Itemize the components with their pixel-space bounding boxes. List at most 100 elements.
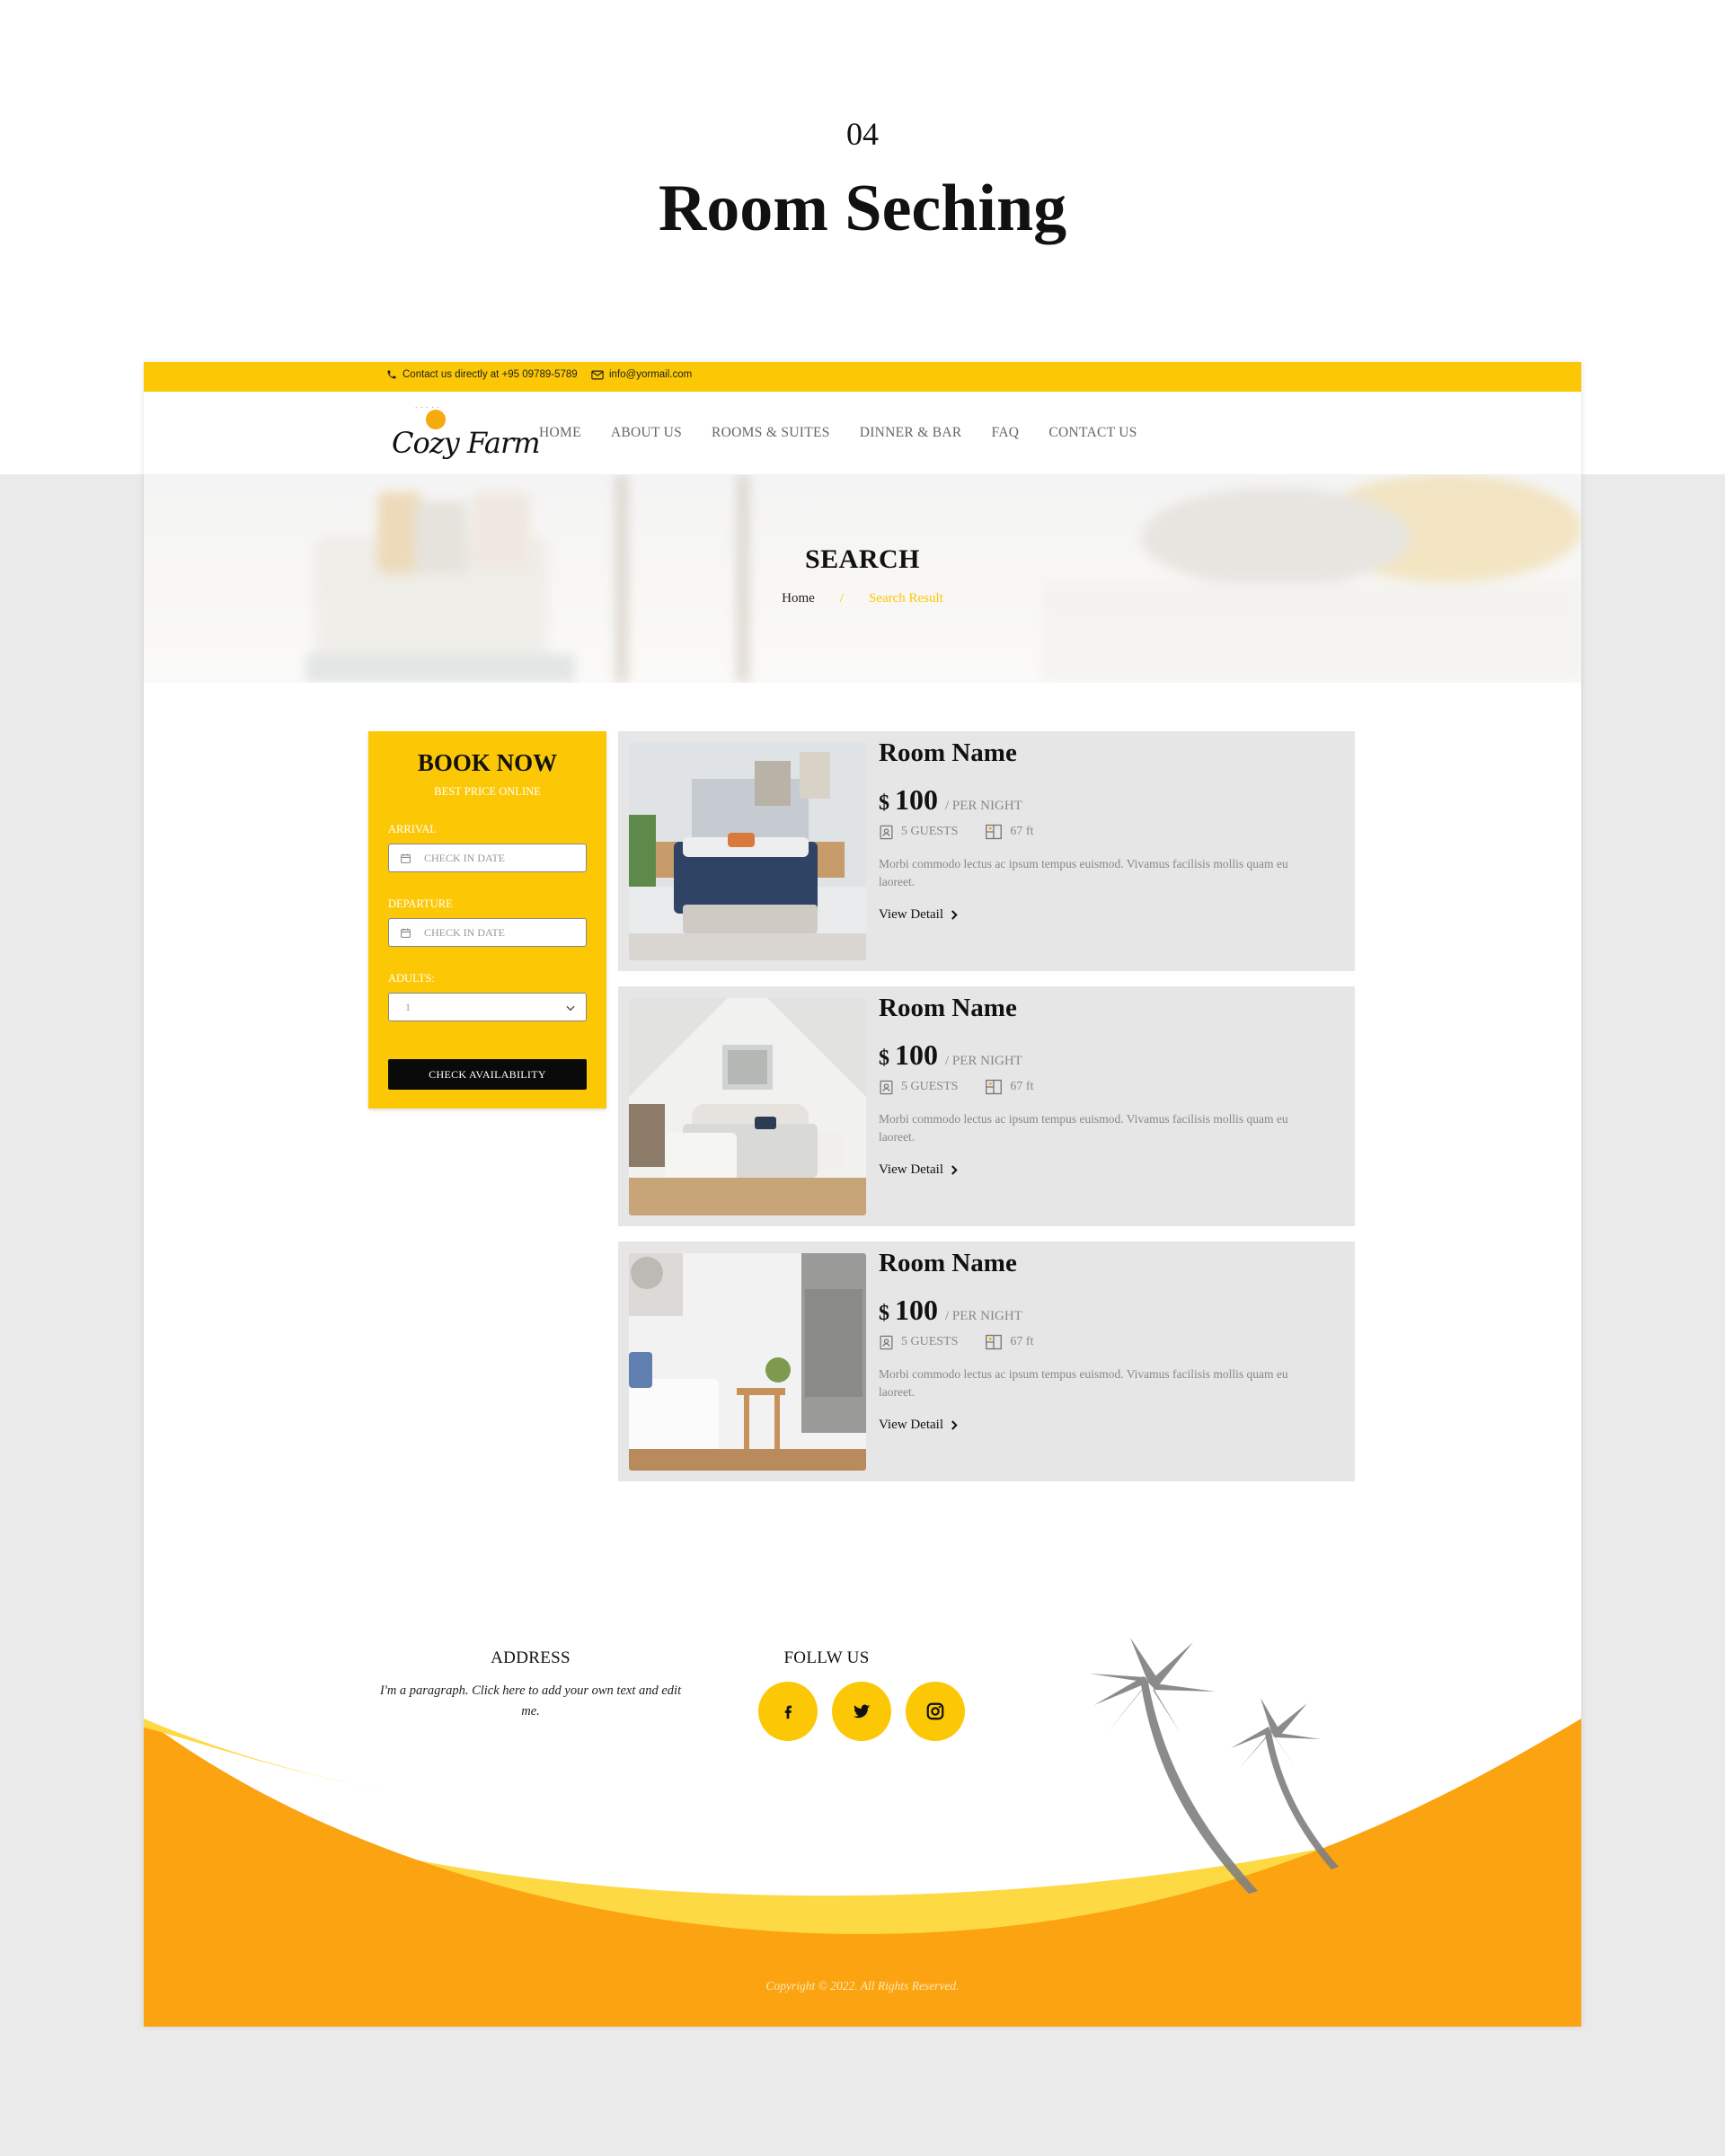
price-currency: $	[879, 1302, 889, 1325]
room-name: Room Name	[879, 738, 1017, 767]
room-size: 67 ft	[1010, 825, 1034, 838]
cozy-farm-logo[interactable]: · · · · · Cozy Farm	[388, 401, 541, 465]
guests-icon	[880, 825, 893, 839]
address-text: I'm a paragraph. Click here to add your …	[379, 1683, 682, 1719]
contact-bar: Contact us directly at +95 09789-5789 in…	[144, 362, 1581, 392]
room-features: 5 GUESTS 67 ft	[879, 1334, 1033, 1350]
price-amount: 100	[895, 1294, 938, 1326]
room-description: Morbi commodo lectus ac ipsum tempus eui…	[879, 1112, 1288, 1144]
breadcrumb-home[interactable]: Home	[782, 591, 815, 605]
nav-rooms-suites[interactable]: ROOMS & SUITES	[712, 425, 830, 441]
room-guests: 5 GUESTS	[901, 825, 959, 838]
room-name: Room Name	[879, 1249, 1017, 1277]
room-features: 5 GUESTS 67 ft	[879, 824, 1033, 840]
price-currency: $	[879, 1047, 889, 1070]
price-period: / PER NIGHT	[945, 799, 1022, 813]
breadcrumb-current: Search Result	[868, 591, 943, 605]
facebook-icon	[784, 1705, 792, 1719]
room-size-icon	[986, 1079, 1003, 1095]
room-price: $ 100 / PER NIGHT	[879, 1038, 1022, 1072]
room-name: Room Name	[879, 994, 1017, 1022]
nav-about-us[interactable]: ABOUT US	[611, 425, 682, 441]
room-photo[interactable]	[629, 1253, 866, 1471]
footer-wave-background	[144, 1638, 1581, 2027]
hero-title: SEARCH	[804, 544, 921, 574]
adults-select[interactable]: 1	[388, 993, 587, 1021]
follow-heading: FOLLW US	[783, 1648, 870, 1667]
copyright: Copyright © 2022. All Rights Reserved.	[765, 1979, 960, 1993]
room-photo[interactable]	[629, 998, 866, 1215]
view-detail-label: View Detail	[879, 907, 943, 922]
logo-brand: Cozy Farm	[392, 426, 541, 460]
arrival-date-input[interactable]: CHECK IN DATE	[388, 844, 587, 872]
room-photo[interactable]	[629, 743, 866, 960]
booking-subtitle: BEST PRICE ONLINE	[434, 785, 541, 798]
contact-email-text: info@yormail.com	[609, 369, 693, 380]
room-size-icon	[986, 824, 1003, 840]
chevron-right-icon	[951, 1165, 958, 1175]
address-heading: ADDRESS	[491, 1648, 571, 1667]
nav-menu: HOME ABOUT US ROOMS & SUITES DINNER & BA…	[539, 392, 1137, 474]
instagram-button[interactable]	[906, 1682, 965, 1741]
view-detail-label: View Detail	[879, 1418, 943, 1432]
room-features: 5 GUESTS 67 ft	[879, 1079, 1033, 1095]
view-detail-label: View Detail	[879, 1162, 943, 1177]
calendar-icon	[401, 928, 411, 938]
room-size: 67 ft	[1010, 1080, 1034, 1093]
twitter-icon	[853, 1704, 871, 1719]
hero-banner: SEARCH Home / Search Result	[144, 474, 1581, 683]
room-card: Room Name $ 100 / PER NIGHT 5 GUESTS 67 …	[618, 986, 1355, 1226]
departure-placeholder: CHECK IN DATE	[424, 925, 505, 939]
room-card: Room Name $ 100 / PER NIGHT 5 GUESTS 67 …	[618, 1241, 1355, 1481]
price-period: / PER NIGHT	[945, 1309, 1022, 1323]
guests-icon	[880, 1080, 893, 1094]
breadcrumb: Home / Search Result	[144, 591, 1581, 606]
adults-label: ADULTS:	[388, 972, 435, 985]
calendar-icon	[401, 853, 411, 863]
facebook-button[interactable]	[758, 1682, 818, 1741]
contact-email[interactable]: info@yormail.com	[591, 369, 692, 380]
contact-phone-text: Contact us directly at +95 09789-5789	[402, 369, 578, 380]
price-currency: $	[879, 791, 889, 815]
departure-label: DEPARTURE	[388, 897, 453, 910]
arrival-label: ARRIVAL	[388, 823, 437, 835]
room-description: Morbi commodo lectus ac ipsum tempus eui…	[879, 857, 1288, 888]
booking-panel: BOOK NOW BEST PRICE ONLINE ARRIVAL CHECK…	[368, 731, 606, 1109]
contact-phone[interactable]: Contact us directly at +95 09789-5789	[386, 369, 578, 380]
view-detail-link[interactable]: View Detail	[879, 907, 959, 923]
arrival-placeholder: CHECK IN DATE	[424, 851, 505, 864]
price-amount: 100	[895, 783, 938, 816]
hero-background-image	[305, 474, 1581, 683]
departure-date-input[interactable]: CHECK IN DATE	[388, 918, 587, 947]
breadcrumb-separator: /	[839, 591, 844, 605]
section-number: 04	[846, 116, 879, 152]
room-guests: 5 GUESTS	[901, 1335, 959, 1348]
room-description: Morbi commodo lectus ac ipsum tempus eui…	[879, 1367, 1288, 1399]
website-mockup: Contact us directly at +95 09789-5789 in…	[144, 362, 1581, 2027]
room-guests: 5 GUESTS	[901, 1080, 959, 1093]
nav-home[interactable]: HOME	[539, 425, 581, 441]
footer: ADDRESS I'm a paragraph. Click here to a…	[144, 1557, 1581, 2027]
phone-icon	[387, 370, 396, 379]
nav-dinner-bar[interactable]: DINNER & BAR	[860, 425, 962, 441]
adults-value: 1	[405, 1000, 411, 1013]
section-title: Room Seching	[658, 172, 1067, 245]
price-amount: 100	[895, 1038, 938, 1071]
view-detail-link[interactable]: View Detail	[879, 1162, 959, 1178]
room-card: Room Name $ 100 / PER NIGHT 5 GUESTS 67 …	[618, 731, 1355, 971]
main-navbar: · · · · · Cozy Farm HOME ABOUT US ROOMS …	[144, 392, 1581, 474]
nav-contact-us[interactable]: CONTACT US	[1048, 425, 1137, 441]
mail-icon	[591, 370, 604, 379]
booking-title: BOOK NOW	[417, 749, 558, 776]
chevron-down-icon	[566, 1005, 575, 1012]
instagram-icon	[926, 1702, 944, 1720]
nav-faq[interactable]: FAQ	[992, 425, 1020, 441]
room-price: $ 100 / PER NIGHT	[879, 783, 1022, 817]
chevron-right-icon	[951, 1420, 958, 1430]
price-period: / PER NIGHT	[945, 1054, 1022, 1068]
room-price: $ 100 / PER NIGHT	[879, 1294, 1022, 1327]
chevron-right-icon	[951, 910, 958, 920]
check-availability-button[interactable]: CHECK AVAILABILITY	[388, 1059, 587, 1090]
twitter-button[interactable]	[832, 1682, 891, 1741]
view-detail-link[interactable]: View Detail	[879, 1418, 959, 1433]
